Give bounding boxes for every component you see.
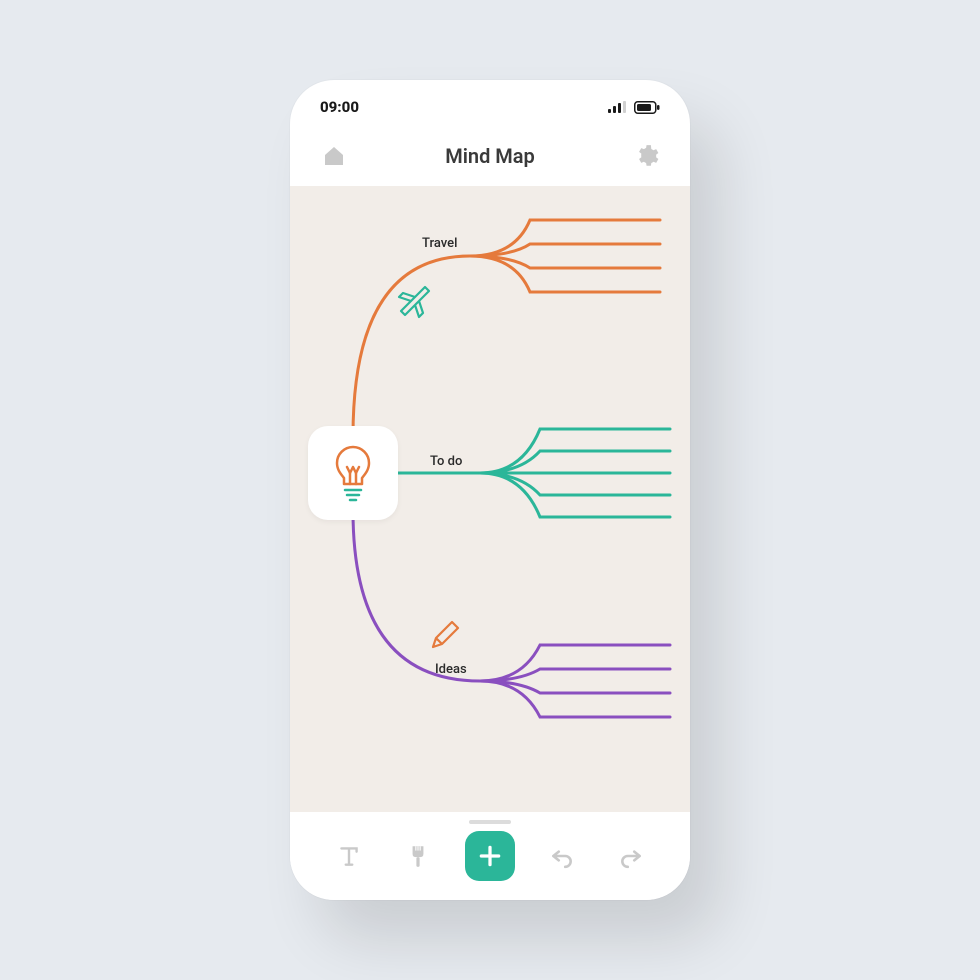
home-icon bbox=[322, 144, 346, 168]
text-tool-button[interactable] bbox=[327, 834, 371, 878]
mindmap-root-node[interactable] bbox=[308, 426, 398, 520]
battery-icon bbox=[634, 101, 660, 114]
branch-label-travel[interactable]: Travel bbox=[422, 236, 457, 251]
undo-button[interactable] bbox=[540, 834, 584, 878]
branch-label-ideas[interactable]: Ideas bbox=[435, 662, 467, 677]
text-icon bbox=[336, 843, 362, 869]
redo-icon bbox=[618, 843, 644, 869]
phone-frame: 09:00 Mind Map bbox=[290, 80, 690, 900]
page-title: Mind Map bbox=[445, 144, 535, 168]
mindmap-canvas[interactable]: Travel To do Ideas bbox=[290, 186, 690, 812]
brush-icon bbox=[405, 843, 431, 869]
add-node-button[interactable] bbox=[465, 831, 515, 881]
plus-icon bbox=[477, 843, 503, 869]
home-button[interactable] bbox=[320, 142, 348, 170]
redo-button[interactable] bbox=[609, 834, 653, 878]
pencil-icon bbox=[428, 618, 462, 652]
undo-icon bbox=[549, 843, 575, 869]
status-icons bbox=[608, 101, 660, 114]
status-bar: 09:00 bbox=[290, 80, 690, 126]
plane-icon bbox=[395, 281, 435, 321]
app-header: Mind Map bbox=[290, 126, 690, 186]
bottom-toolbar bbox=[290, 812, 690, 900]
signal-icon bbox=[608, 101, 626, 113]
gear-icon bbox=[633, 143, 659, 169]
lightbulb-icon bbox=[328, 443, 378, 503]
drag-handle[interactable] bbox=[469, 820, 511, 824]
branch-label-todo[interactable]: To do bbox=[430, 454, 462, 469]
settings-button[interactable] bbox=[632, 142, 660, 170]
status-time: 09:00 bbox=[320, 98, 359, 116]
brush-tool-button[interactable] bbox=[396, 834, 440, 878]
